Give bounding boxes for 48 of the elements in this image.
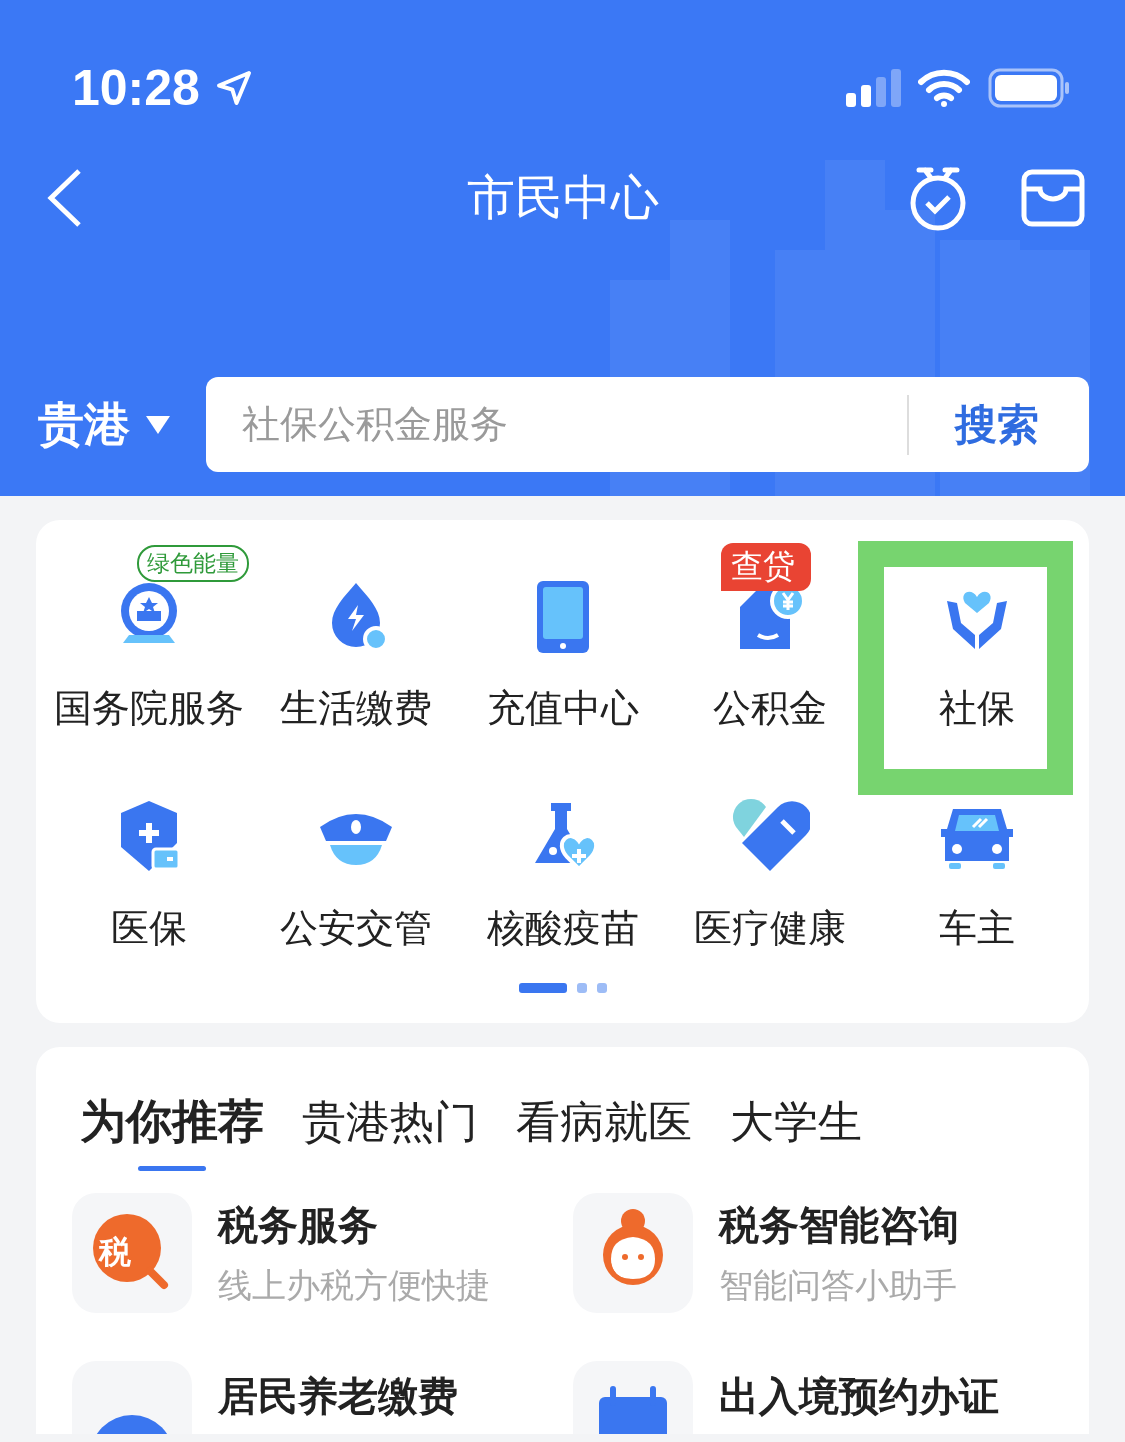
recommendation-subtitle: 线上办税方便快捷 bbox=[218, 1263, 490, 1307]
service-label: 公安交管 bbox=[279, 905, 432, 952]
service-item[interactable]: 核酸疫苗 bbox=[459, 765, 666, 955]
city-selector[interactable]: 贵港 bbox=[38, 393, 130, 456]
customer-service-icon bbox=[572, 1193, 693, 1313]
recommendation-item[interactable]: 税 税务服务 线上办税方便快捷 bbox=[72, 1193, 553, 1313]
service-label: 国务院服务 bbox=[53, 685, 244, 732]
search-button[interactable]: 搜索 bbox=[909, 396, 1089, 453]
service-label: 公积金 bbox=[712, 685, 827, 732]
service-label: 车主 bbox=[938, 905, 1015, 952]
recommendation-item[interactable]: 出入境预约办证 bbox=[572, 1361, 1053, 1434]
recommendation-title: 税务服务 bbox=[218, 1200, 379, 1250]
status-time: 10:28 bbox=[72, 59, 200, 117]
service-item[interactable]: 医疗健康 bbox=[666, 765, 873, 955]
promo-badge: 查贷 bbox=[721, 543, 811, 591]
service-item[interactable]: 医保 bbox=[45, 765, 252, 955]
service-label: 社保 bbox=[938, 685, 1015, 732]
category-tab[interactable]: 为你推荐 bbox=[80, 1091, 264, 1171]
dropdown-caret-icon[interactable] bbox=[146, 415, 170, 434]
energy-badge: 绿色能量 bbox=[137, 545, 249, 582]
search-field[interactable]: 社保公积金服务 搜索 bbox=[206, 377, 1089, 472]
category-tab[interactable]: 大学生 bbox=[730, 1091, 862, 1171]
service-label: 生活缴费 bbox=[279, 685, 432, 732]
service-item[interactable]: 公安交管 bbox=[252, 765, 459, 955]
tax-search-icon: 税 bbox=[72, 1193, 192, 1313]
service-label: 充值中心 bbox=[486, 685, 639, 732]
service-label: 核酸疫苗 bbox=[486, 905, 639, 952]
recommendation-item[interactable]: 税务智能咨询 智能问答小助手 bbox=[572, 1193, 1053, 1313]
service-item[interactable]: 社保 bbox=[873, 545, 1080, 735]
service-label: 医保 bbox=[110, 905, 187, 952]
service-item[interactable]: 查贷 公积金 bbox=[666, 545, 873, 735]
page-title: 市民中心 bbox=[466, 169, 659, 225]
signal-icon bbox=[846, 69, 904, 107]
recommendation-title: 税务智能咨询 bbox=[718, 1200, 959, 1250]
recommendation-title: 出入境预约办证 bbox=[718, 1372, 999, 1421]
recommendation-subtitle: 智能问答小助手 bbox=[718, 1263, 958, 1307]
service-item[interactable]: 充值中心 bbox=[459, 545, 666, 735]
service-label: 医疗健康 bbox=[693, 905, 846, 952]
recommendation-item[interactable]: 居民养老缴费 bbox=[72, 1361, 553, 1434]
battery-icon bbox=[988, 68, 1070, 108]
category-tab[interactable]: 看病就医 bbox=[516, 1091, 692, 1171]
service-item[interactable]: 车主 bbox=[873, 765, 1080, 955]
category-tab[interactable]: 贵港热门 bbox=[302, 1091, 478, 1171]
service-item[interactable]: 生活缴费 bbox=[252, 545, 459, 735]
card-holder-icon[interactable] bbox=[1021, 169, 1085, 227]
service-item[interactable]: 绿色能量 国务院服务 bbox=[45, 545, 252, 735]
recommendation-title: 居民养老缴费 bbox=[218, 1372, 458, 1421]
wifi-icon bbox=[918, 69, 970, 107]
